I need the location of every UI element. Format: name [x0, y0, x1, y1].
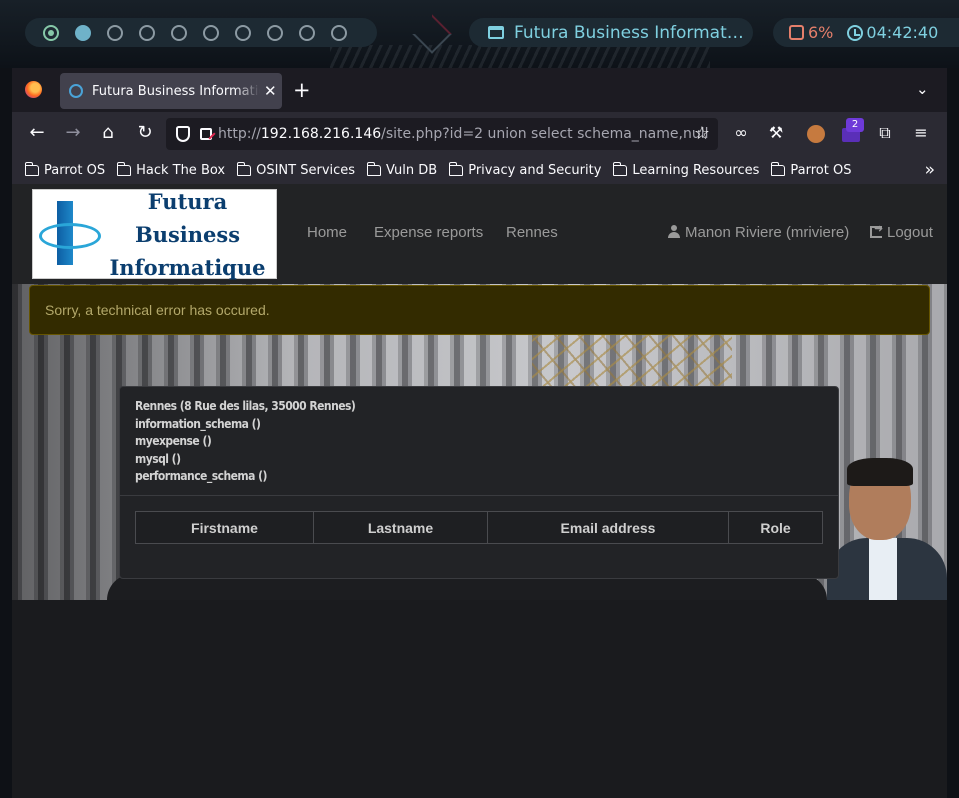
result-line: myexpense () [135, 434, 212, 448]
reload-button[interactable]: ↻ [133, 123, 157, 143]
workspace-7[interactable] [235, 24, 251, 41]
cookie-extension-icon[interactable] [804, 125, 828, 148]
hero-person-photo [827, 454, 947, 600]
nav-rennes-link[interactable]: Rennes [506, 224, 558, 241]
back-button[interactable]: ← [25, 123, 49, 143]
result-line: Rennes (8 Rue des lilas, 35000 Rennes) [135, 399, 356, 413]
navigation-toolbar: ← → ⌂ ↻ http:// 192.168.216.146 /site.ph… [12, 112, 947, 156]
firefox-icon[interactable] [25, 81, 42, 98]
bookmark-folder[interactable]: OSINT Services [236, 161, 355, 178]
firefox-window: Futura Business Informatique ✕ + ⌄ ← → ⌂… [12, 68, 947, 798]
tab-list-chevron-icon[interactable]: ⌄ [916, 80, 929, 98]
company-logo[interactable]: Futura Business Informatique [32, 189, 277, 280]
bookmark-folder[interactable]: Parrot OS [24, 161, 105, 178]
logout-icon [870, 222, 883, 238]
workspace-1[interactable] [43, 24, 59, 41]
column-header-firstname: Firstname [135, 511, 314, 544]
extension-badge: 2 [846, 118, 864, 132]
folder-icon [236, 161, 252, 176]
new-tab-button[interactable]: + [293, 77, 311, 103]
column-header-role: Role [728, 511, 823, 544]
column-header-lastname: Lastname [313, 511, 488, 544]
tab-bar: Futura Business Informatique ✕ + ⌄ [12, 68, 947, 112]
url-bar[interactable]: http:// 192.168.216.146 /site.php?id=2 u… [166, 118, 718, 150]
bookmarks-overflow-icon[interactable]: » [925, 160, 935, 180]
active-window-title[interactable]: Futura Business Informat… [469, 18, 753, 47]
system-bar: Futura Business Informat… 6% 04:42:40 [0, 0, 959, 68]
query-result-lines: Rennes (8 Rue des lilas, 35000 Rennes) i… [120, 387, 838, 496]
web-page: Futura Business Informatique Home Expens… [12, 184, 947, 798]
folder-icon [448, 161, 464, 176]
workspace-8[interactable] [267, 24, 283, 41]
site-favicon-icon [69, 84, 83, 98]
bookmark-folder[interactable]: Privacy and Security [448, 161, 601, 178]
bookmark-star-icon[interactable]: ☆ [694, 123, 710, 144]
folder-icon [116, 161, 132, 176]
error-alert: Sorry, a technical error has occured. [29, 285, 930, 335]
result-line: performance_schema () [135, 469, 267, 483]
workspace-4[interactable] [139, 24, 155, 41]
workspace-6[interactable] [203, 24, 219, 41]
column-header-email: Email address [487, 511, 729, 544]
workspace-5[interactable] [171, 24, 187, 41]
clock: 04:42:40 [866, 23, 939, 42]
folder-icon [612, 161, 628, 176]
forward-button[interactable]: → [61, 123, 85, 143]
table-header-row: Firstname Lastname Email address Role [135, 511, 823, 544]
nav-home-link[interactable]: Home [307, 224, 347, 241]
office-info-card: Rennes (8 Rue des lilas, 35000 Rennes) i… [119, 386, 839, 579]
nav-expense-reports-link[interactable]: Expense reports [374, 224, 483, 241]
extensions-puzzle-icon[interactable]: ⧉ [873, 123, 897, 143]
cpu-icon [789, 25, 804, 40]
workspace-3[interactable] [107, 24, 123, 41]
tracking-shield-icon[interactable] [176, 126, 190, 142]
menu-hamburger-icon[interactable]: ≡ [909, 123, 933, 143]
folder-icon [366, 161, 382, 176]
workspace-2[interactable] [75, 24, 91, 41]
private-mask-icon[interactable]: ∞ [729, 123, 753, 143]
wrench-icon[interactable]: ⚒ [764, 123, 788, 143]
site-navbar: Futura Business Informatique Home Expens… [12, 184, 947, 284]
window-title-text: Futura Business Informat… [514, 22, 744, 43]
logout-link[interactable]: Logout [870, 222, 933, 241]
workspace-9[interactable] [299, 24, 315, 41]
folder-icon [770, 161, 786, 176]
result-line: mysql () [135, 451, 181, 466]
clock-icon [847, 24, 864, 41]
url-path: /site.php?id=2 union select schema_name,… [381, 126, 709, 142]
insecure-lock-icon[interactable] [200, 128, 212, 140]
bookmark-folder[interactable]: Hack The Box [116, 161, 225, 178]
cpu-usage: 6% [808, 23, 834, 42]
employees-table: Firstname Lastname Email address Role [135, 511, 823, 544]
status-area: 6% 04:42:40 [773, 18, 959, 47]
workspace-10[interactable] [331, 24, 347, 41]
user-profile-link[interactable]: Manon Riviere (mriviere) [668, 224, 849, 241]
user-icon [668, 225, 680, 238]
building-logo-icon [33, 189, 101, 279]
url-host: 192.168.216.146 [260, 126, 382, 142]
workspace-switcher [25, 18, 377, 47]
tab-title: Futura Business Informatique [92, 83, 260, 99]
logo-line-2: Informatique [109, 254, 266, 280]
folder-icon [24, 161, 39, 176]
tab-active[interactable]: Futura Business Informatique ✕ [60, 73, 282, 109]
home-button[interactable]: ⌂ [96, 123, 120, 143]
bookmark-folder[interactable]: Learning Resources [612, 161, 759, 178]
close-tab-icon[interactable]: ✕ [264, 82, 277, 100]
url-scheme: http:// [218, 126, 261, 142]
logo-line-1: Futura Business [134, 188, 241, 247]
bookmark-folder[interactable]: Parrot OS [770, 161, 851, 178]
result-line: information_schema () [135, 416, 261, 431]
bookmarks-toolbar: Parrot OS Hack The Box OSINT Services Vu… [12, 156, 947, 184]
bookmark-folder[interactable]: Vuln DB [366, 161, 437, 178]
window-icon [488, 26, 504, 39]
